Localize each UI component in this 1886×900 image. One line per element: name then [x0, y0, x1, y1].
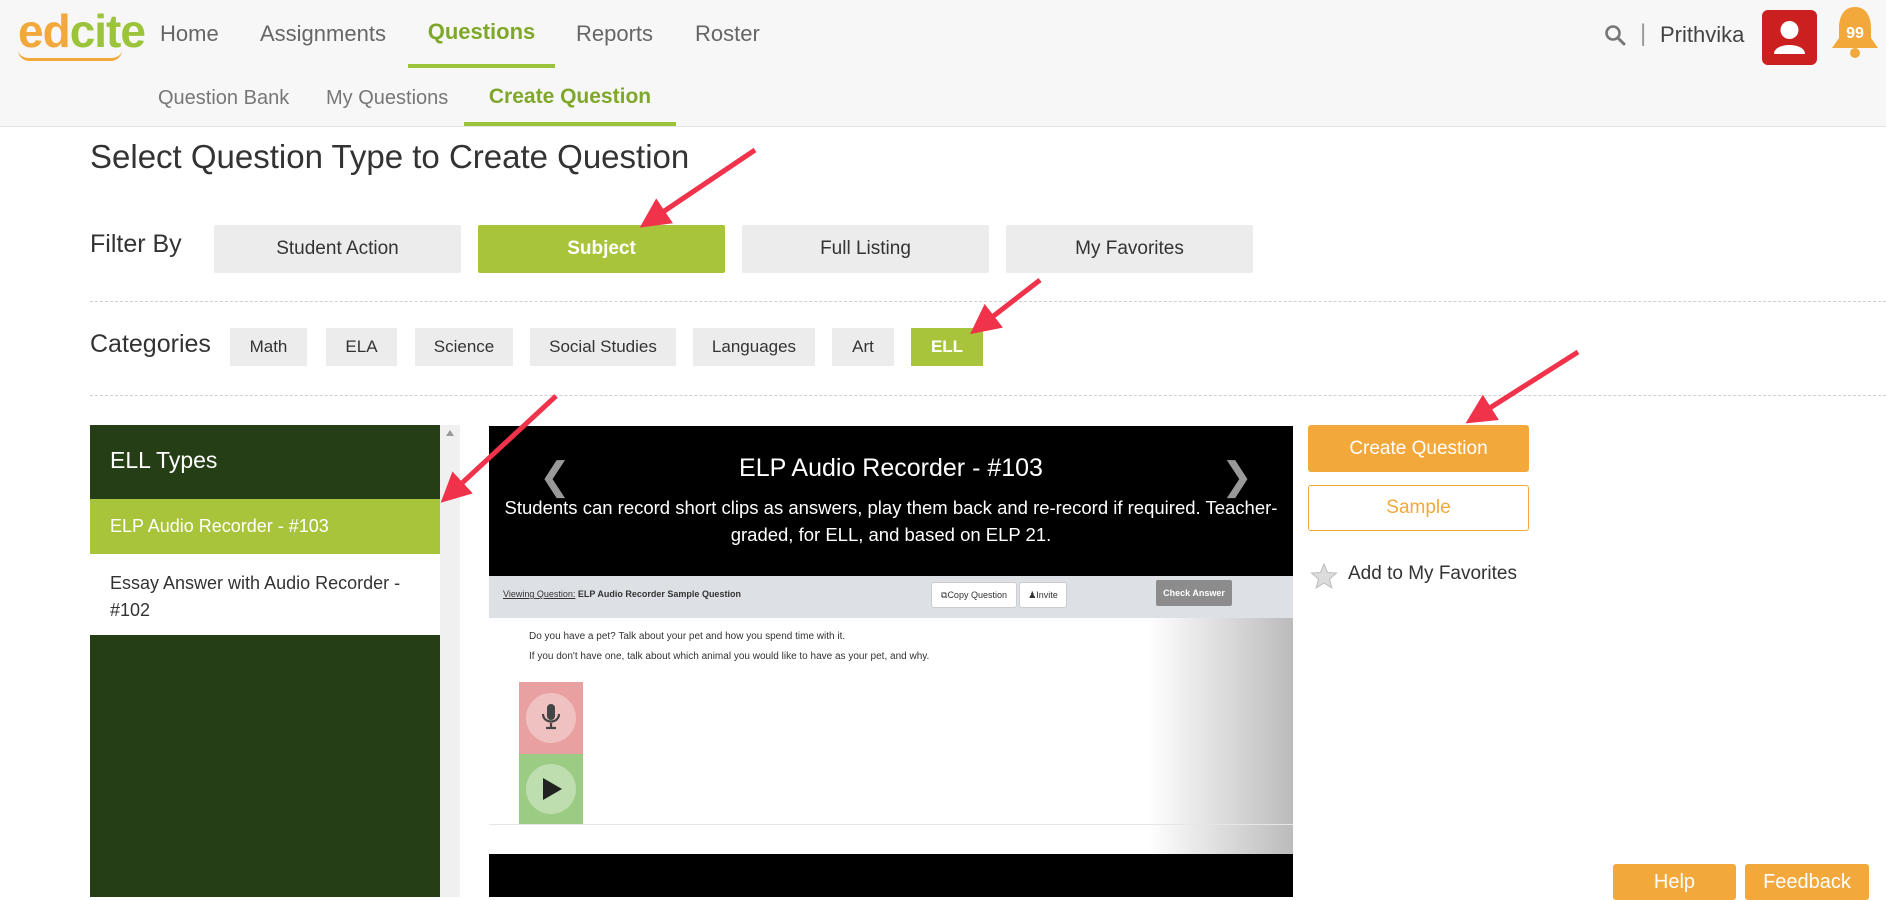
nav-assignments[interactable]: Assignments — [260, 0, 386, 68]
page-title: Select Question Type to Create Question — [90, 138, 690, 175]
preview-description: Students can record short clips as answe… — [504, 497, 1278, 545]
nav-home[interactable]: Home — [160, 0, 219, 68]
help-button[interactable]: Help — [1613, 864, 1736, 900]
user-name[interactable]: Prithvika — [1660, 22, 1744, 48]
separator: | — [1640, 20, 1647, 47]
filter-student-action-button[interactable]: Student Action — [214, 225, 461, 273]
divider — [90, 301, 1886, 302]
screenshot-invite-label: Invite — [1036, 590, 1058, 600]
top-navbar: edcite Home Assignments Questions Report… — [0, 0, 1886, 73]
preview-screenshot: Viewing Question: ELP Audio Recorder Sam… — [489, 576, 1293, 854]
search-icon[interactable] — [1604, 24, 1626, 46]
category-science[interactable]: Science — [415, 328, 513, 366]
category-ela[interactable]: ELA — [326, 328, 397, 366]
screenshot-viewing-title: ELP Audio Recorder Sample Question — [577, 589, 741, 599]
microphone-icon — [541, 704, 561, 730]
filter-my-favorites-button[interactable]: My Favorites — [1006, 225, 1253, 273]
scroll-up-icon[interactable] — [446, 430, 454, 436]
logo-swoosh — [18, 50, 122, 61]
bell-icon[interactable]: 99 — [1828, 4, 1882, 62]
divider — [90, 395, 1886, 396]
screenshot-check-answer: Check Answer — [1156, 580, 1232, 606]
add-to-favorites-link[interactable]: Add to My Favorites — [1348, 563, 1517, 585]
screenshot-divider — [489, 824, 1293, 825]
screenshot-invite-button: ♟Invite — [1019, 582, 1067, 608]
category-social-studies[interactable]: Social Studies — [530, 328, 676, 366]
nav-reports[interactable]: Reports — [576, 0, 653, 68]
screenshot-question-line1: Do you have a pet? Talk about your pet a… — [529, 631, 846, 642]
avatar[interactable] — [1762, 10, 1817, 65]
sample-button[interactable]: Sample — [1308, 485, 1529, 531]
filter-label: Filter By — [90, 230, 182, 258]
screenshot-viewing-text: Viewing Question: ELP Audio Recorder Sam… — [503, 589, 741, 599]
annotation-arrow — [970, 278, 1042, 335]
notification-count: 99 — [1846, 25, 1864, 42]
type-item-elp-audio-recorder[interactable]: ELP Audio Recorder - #103 — [90, 499, 440, 554]
screenshot-question-line2: If you don't have one, talk about which … — [529, 651, 930, 662]
types-scrollbar[interactable] — [440, 425, 460, 897]
screenshot-toolbar: Viewing Question: ELP Audio Recorder Sam… — [489, 576, 1293, 618]
types-title: ELL Types — [110, 447, 218, 473]
play-icon — [543, 778, 562, 800]
nav-roster[interactable]: Roster — [695, 0, 760, 68]
feedback-button[interactable]: Feedback — [1745, 864, 1869, 900]
categories-label: Categories — [90, 330, 211, 358]
record-box — [519, 682, 583, 754]
preview-panel: ❮ ELP Audio Recorder - #103 ❯ Students c… — [489, 426, 1293, 897]
star-icon[interactable] — [1310, 562, 1338, 590]
types-panel: ELL Types ELP Audio Recorder - #103 Essa… — [90, 425, 440, 897]
subnav-my-questions[interactable]: My Questions — [326, 72, 448, 124]
create-question-button[interactable]: Create Question — [1308, 425, 1529, 472]
next-arrow-icon[interactable]: ❯ — [1221, 454, 1253, 499]
filter-full-listing-button[interactable]: Full Listing — [742, 225, 989, 273]
category-art[interactable]: Art — [832, 328, 894, 366]
play-box — [519, 754, 583, 824]
nav-questions[interactable]: Questions — [408, 0, 555, 68]
category-languages[interactable]: Languages — [693, 328, 815, 366]
preview-title: ELP Audio Recorder - #103 — [739, 454, 1043, 482]
screenshot-copy-label: Copy Question — [947, 590, 1007, 600]
screenshot-copy-button: ⧉Copy Question — [931, 582, 1017, 608]
user-icon — [1774, 21, 1805, 54]
sub-navbar: Question Bank My Questions Create Questi… — [0, 72, 1886, 127]
category-ell[interactable]: ELL — [911, 328, 983, 366]
subnav-create-question[interactable]: Create Question — [464, 72, 676, 126]
screenshot-viewing-label: Viewing Question: — [503, 589, 576, 599]
edcite-logo[interactable]: edcite — [18, 8, 146, 54]
type-item-essay-audio-recorder[interactable]: Essay Answer with Audio Recorder - #102 — [90, 554, 440, 635]
category-math[interactable]: Math — [230, 328, 307, 366]
filter-subject-button[interactable]: Subject — [478, 225, 725, 273]
annotation-arrow — [1465, 349, 1580, 424]
subnav-question-bank[interactable]: Question Bank — [158, 72, 289, 124]
